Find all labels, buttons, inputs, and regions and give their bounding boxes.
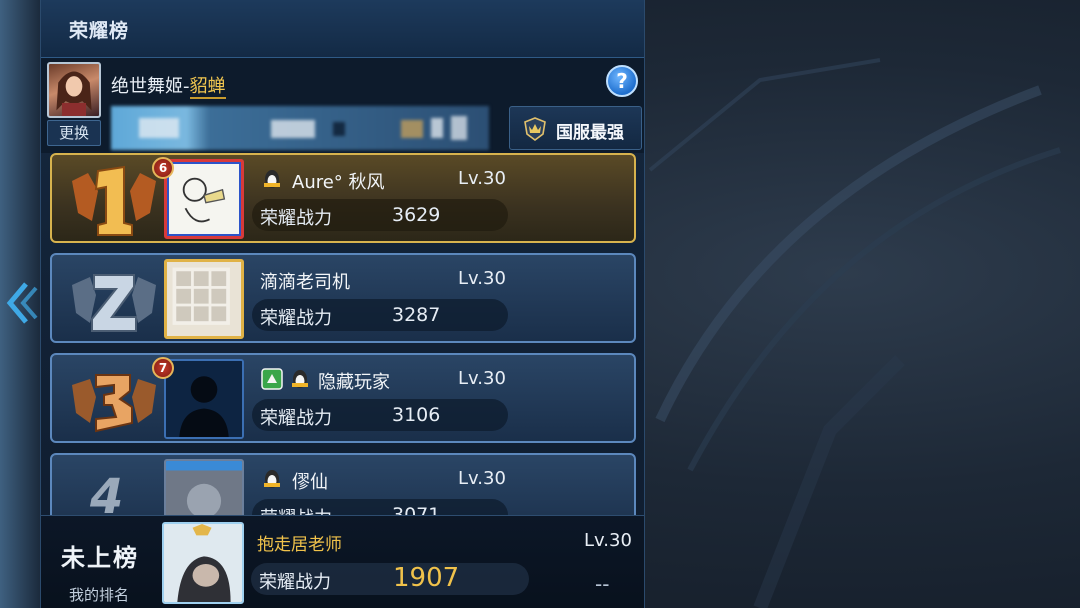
power-label: 荣耀战力 xyxy=(260,408,332,429)
rank-row-3[interactable]: 7 隐藏玩家 Lv.30 荣耀战力 3106 xyxy=(50,353,636,443)
player-avatar[interactable] xyxy=(164,359,244,439)
qq-penguin-icon xyxy=(264,170,280,188)
my-level: Lv.30 xyxy=(584,530,632,551)
rank-1-badge-icon xyxy=(72,165,156,236)
vip-badge: 7 xyxy=(152,357,174,379)
rank-change: -- xyxy=(595,572,610,596)
power-label: 荣耀战力 xyxy=(260,504,332,515)
my-power-label: 荣耀战力 xyxy=(259,572,331,593)
help-button[interactable]: ? xyxy=(606,65,638,97)
hero-portrait-icon xyxy=(56,71,92,116)
rank-3-badge-icon xyxy=(72,374,156,433)
my-power-pill: 荣耀战力 1907 xyxy=(251,563,529,595)
game-center-icon xyxy=(261,368,283,390)
rank-2-badge-icon xyxy=(72,274,156,332)
hero-separator: - xyxy=(183,76,190,97)
my-power-value: 1907 xyxy=(393,563,460,593)
avatar-image xyxy=(166,461,242,515)
power-value: 3106 xyxy=(392,404,441,426)
power-pill: 荣耀战力 3071 xyxy=(252,499,508,515)
player-name: 滴滴老司机 xyxy=(260,272,350,293)
player-name: Aure° 秋风 xyxy=(292,172,385,193)
my-name: 抱走居老师 xyxy=(257,535,342,555)
my-rank-label: 我的排名 xyxy=(69,586,130,604)
hero-avatar[interactable] xyxy=(47,62,101,118)
power-pill: 荣耀战力 3287 xyxy=(252,299,508,331)
hero-name-row: 绝世舞姬-貂蝉 xyxy=(111,72,226,99)
change-hero-button[interactable]: 更换 xyxy=(47,120,101,146)
hero-title: 绝世舞姬 xyxy=(111,76,183,97)
qq-penguin-icon xyxy=(264,470,280,488)
power-value: 3629 xyxy=(392,204,441,226)
player-level: Lv.30 xyxy=(458,268,506,289)
player-avatar[interactable] xyxy=(164,159,244,239)
server-label: 国服最强 xyxy=(556,123,624,143)
player-tags xyxy=(260,467,284,491)
blurred-info-bar xyxy=(111,106,489,150)
power-pill: 荣耀战力 3629 xyxy=(252,199,508,231)
rank-row-4[interactable]: 4 僇仙 Lv.30 荣耀战力 3071 xyxy=(50,453,636,515)
player-tags xyxy=(260,167,284,191)
power-value: 3287 xyxy=(392,304,441,326)
leaderboard-panel: 荣耀榜 更换 绝世舞姬-貂蝉 ? 国服最强 6 Aure° 秋风 Lv.30 荣… xyxy=(40,0,645,608)
my-rank-status: 未上榜 xyxy=(61,544,139,572)
rank-row-1[interactable]: 6 Aure° 秋风 Lv.30 荣耀战力 3629 xyxy=(50,153,636,243)
back-arrow-icon[interactable] xyxy=(4,278,38,328)
silhouette-avatar-icon xyxy=(166,361,242,437)
server-ranking-button[interactable]: 国服最强 xyxy=(509,106,642,150)
avatar-image xyxy=(182,177,226,223)
ranking-list[interactable]: 6 Aure° 秋风 Lv.30 荣耀战力 3629 滴滴老司机 Lv.30 荣… xyxy=(41,153,644,515)
power-value: 3071 xyxy=(392,504,441,515)
avatar-image xyxy=(164,524,242,602)
player-name: 隐藏玩家 xyxy=(318,372,390,393)
hero-name: 貂蝉 xyxy=(189,76,226,99)
rank-row-2[interactable]: 滴滴老司机 Lv.30 荣耀战力 3287 xyxy=(50,253,636,343)
my-avatar[interactable] xyxy=(162,522,244,604)
title-bar: 荣耀榜 xyxy=(41,0,644,58)
avatar-image xyxy=(172,267,230,325)
power-label: 荣耀战力 xyxy=(260,308,332,329)
player-name: 僇仙 xyxy=(292,472,328,493)
power-label: 荣耀战力 xyxy=(260,208,332,229)
crown-shield-icon xyxy=(524,117,546,141)
qq-penguin-icon xyxy=(292,370,308,388)
player-level: Lv.30 xyxy=(458,468,506,489)
rank-number: 4 xyxy=(90,469,124,515)
player-avatar[interactable] xyxy=(164,259,244,339)
player-avatar[interactable] xyxy=(164,459,244,515)
player-level: Lv.30 xyxy=(458,168,506,189)
player-level: Lv.30 xyxy=(458,368,506,389)
page-title: 荣耀榜 xyxy=(69,20,130,42)
hero-header: 更换 绝世舞姬-貂蝉 ? 国服最强 xyxy=(41,58,644,153)
my-rank-bar: 未上榜 我的排名 抱走居老师 Lv.30 荣耀战力 1907 -- xyxy=(41,515,644,608)
vip-badge: 6 xyxy=(152,157,174,179)
power-pill: 荣耀战力 3106 xyxy=(252,399,508,431)
player-tags xyxy=(260,367,312,391)
